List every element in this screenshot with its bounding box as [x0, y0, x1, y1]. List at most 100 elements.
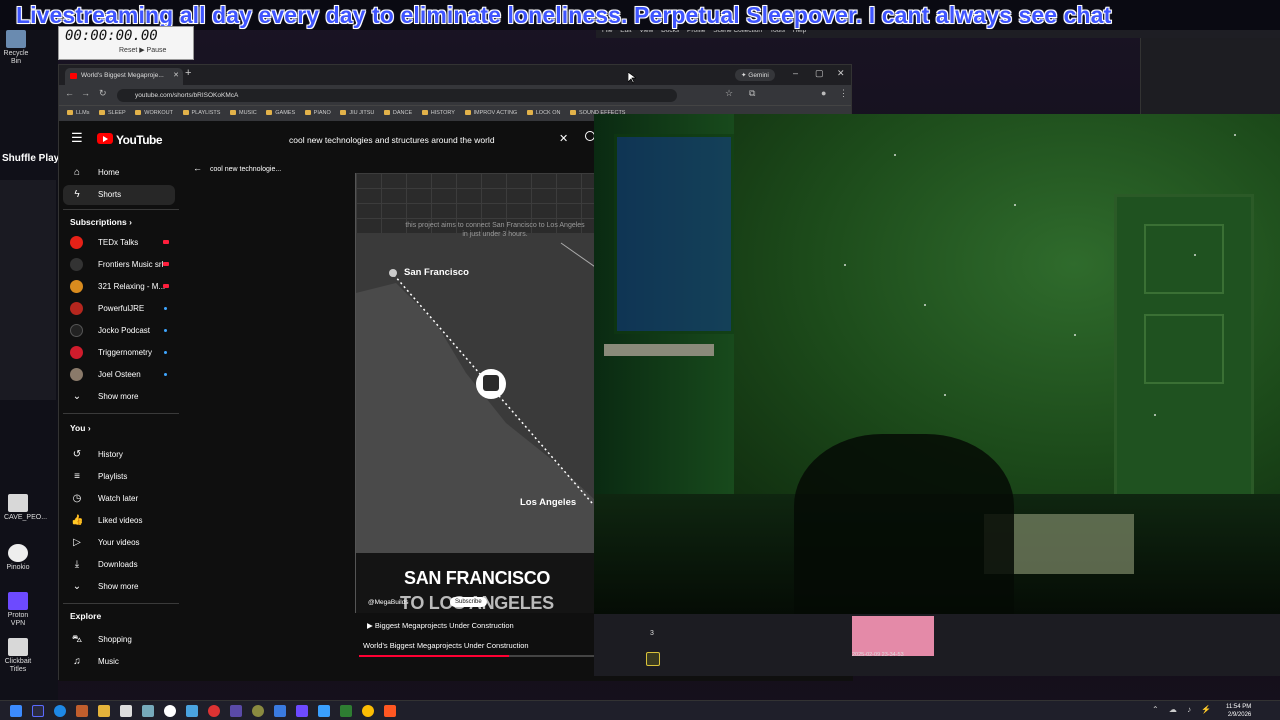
youtube-logo-icon[interactable] [97, 133, 113, 144]
sidebar-item-triggernometry[interactable]: Triggernometry [63, 343, 175, 363]
stopwatch-controls[interactable]: Reset ▶ Pause [119, 46, 166, 54]
subscribe-button[interactable]: Subscribe [450, 597, 487, 607]
recycle-bin-icon [6, 30, 26, 48]
edge-icon[interactable] [54, 705, 66, 717]
desktop-icon-pinokio[interactable]: Pinokio [4, 544, 32, 572]
app-icon[interactable] [230, 705, 242, 717]
sidebar-item-your-videos[interactable]: ▷ Your videos [63, 533, 175, 553]
bookmark-folder[interactable]: MUSIC [230, 110, 257, 116]
stopwatch-widget: 00:00:00.00 Reset ▶ Pause [58, 26, 194, 60]
desktop-icons-strip: Recycle Bin Shuffle Playl CAVE_PEO... Pi… [0, 30, 62, 700]
bookmark-folder[interactable]: DANCE [384, 110, 412, 116]
document-icon [8, 638, 28, 656]
bookmark-folder[interactable]: GAMES [266, 110, 295, 116]
subscriptions-header[interactable]: Subscriptions › [70, 217, 132, 227]
sidebar-item-playlists[interactable]: ≡ Playlists [63, 467, 175, 487]
recording-thumbnail[interactable] [852, 616, 934, 656]
obs-icon[interactable] [164, 705, 176, 717]
app-icon[interactable] [384, 705, 396, 717]
app-icon[interactable] [340, 705, 352, 717]
menu-kebab-icon[interactable]: ⋮ [839, 88, 848, 99]
minimize-icon[interactable]: – [793, 68, 798, 78]
music-icon: ♫ [73, 656, 81, 667]
bookmark-folder[interactable]: PLAYLISTS [183, 110, 221, 116]
video-progress-bar[interactable] [359, 655, 631, 657]
desktop-icon-proton-vpn[interactable]: Proton VPN [4, 592, 32, 628]
app-icon[interactable] [318, 705, 330, 717]
proton-vpn-icon[interactable] [296, 705, 308, 717]
notepad-icon[interactable] [120, 705, 132, 717]
star-icon[interactable]: ☆ [725, 88, 733, 99]
bookmark-folder[interactable]: SLEEP [99, 110, 126, 116]
bookmark-folder[interactable]: LOCK ON [527, 110, 561, 116]
maximize-icon[interactable]: ▢ [815, 68, 824, 79]
sidebar-item-watch-later[interactable]: ◷ Watch later [63, 489, 175, 509]
sidebar-item-frontiers[interactable]: Frontiers Music srl [63, 255, 175, 275]
hamburger-menu-icon[interactable]: ☰ [71, 130, 83, 146]
obscured-window [0, 180, 56, 400]
show-more-subscriptions[interactable]: ⌄ Show more [63, 387, 175, 407]
new-tab-icon[interactable]: + [185, 67, 191, 79]
channel-handle[interactable]: @MegaBuilds [368, 599, 409, 606]
sidebar-item-powerfuljre[interactable]: PowerfulJRE [63, 299, 175, 319]
sidebar-item-music[interactable]: ♫ Music [63, 652, 175, 672]
sidebar-item-jocko[interactable]: Jocko Podcast [63, 321, 175, 341]
file-explorer-icon[interactable] [98, 705, 110, 717]
playlist-link[interactable]: ▶ Biggest Megaprojects Under Constructio… [367, 621, 514, 630]
app-icon[interactable] [76, 705, 88, 717]
sidebar-item-shopping[interactable]: ⛍ Shopping [63, 630, 175, 650]
desktop-icon-cave[interactable]: CAVE_PEO... [4, 494, 47, 522]
short-headline-line1: SAN FRANCISCO [404, 568, 551, 588]
sidebar-item-downloads[interactable]: ⤓ Downloads [63, 555, 175, 575]
app-icon[interactable] [186, 705, 198, 717]
reload-icon[interactable]: ↻ [99, 88, 107, 99]
sidebar-item-liked[interactable]: 👍 Liked videos [63, 511, 175, 531]
taskbar-clock[interactable]: 11:54 PM 2/9/2026 [1226, 703, 1251, 719]
url-field[interactable]: youtube.com/shorts/bRISOKoKMcA [117, 89, 677, 102]
browser-tab[interactable]: World's Biggest Megaproje... ✕ [65, 68, 183, 85]
gemini-button[interactable]: ✦ Gemini [735, 69, 775, 81]
play-icon: ▶ [367, 621, 375, 630]
desktop-icon-recycle-bin[interactable]: Recycle Bin [2, 30, 30, 66]
banner-text: Livestreaming all day every day to elimi… [16, 2, 1112, 28]
short-video-player[interactable]: this project aims to connect San Francis… [355, 173, 597, 613]
desktop-icon-clickbait[interactable]: Clickbait Titles [4, 638, 32, 674]
sidebar-item-joel-osteen[interactable]: Joel Osteen [63, 365, 175, 385]
extensions-icon[interactable]: ⧉ [749, 88, 755, 99]
back-to-search[interactable]: ← cool new technologie... [193, 163, 281, 173]
sidebar-item-tedx[interactable]: TEDx Talks [63, 233, 175, 253]
search-input[interactable]: cool new technologies and structures aro… [281, 129, 581, 151]
bookmark-folder[interactable]: WORKOUT [135, 110, 173, 116]
app-icon[interactable] [208, 705, 220, 717]
bookmark-folder[interactable]: JIU JITSU [340, 110, 374, 116]
you-header[interactable]: You › [70, 423, 91, 433]
app-icon[interactable] [252, 705, 264, 717]
coastline-shape [356, 283, 597, 553]
app-icon[interactable] [274, 705, 286, 717]
sidebar-item-321-relaxing[interactable]: 321 Relaxing - M... [63, 277, 175, 297]
bookmark-folder[interactable]: PIANO [305, 110, 331, 116]
chrome-icon[interactable] [362, 705, 374, 717]
search-clear-icon[interactable]: ✕ [559, 132, 568, 145]
close-window-icon[interactable]: ✕ [837, 68, 845, 79]
forward-icon[interactable]: → [81, 88, 90, 98]
youtube-wordmark[interactable]: YouTube [116, 133, 163, 147]
start-windows-icon[interactable] [10, 705, 22, 717]
profile-avatar[interactable]: ● [821, 88, 826, 98]
arrow-left-icon: ← [193, 163, 202, 173]
sidebar-item-shorts[interactable]: ϟ Shorts [63, 185, 175, 205]
sidebar-item-history[interactable]: ↺ History [63, 445, 175, 465]
show-more-you[interactable]: ⌄ Show more [63, 577, 175, 597]
history-icon: ↺ [72, 449, 82, 460]
bookmark-folder[interactable]: IMPROV ACTING [465, 110, 518, 116]
bookmark-folder[interactable]: HISTORY [422, 110, 455, 116]
app-icon[interactable] [32, 705, 44, 717]
obs-shield-icon[interactable] [646, 652, 660, 666]
sidebar-item-home[interactable]: ⌂ Home [63, 163, 175, 183]
system-tray[interactable]: ⌃ ☁ ♪ ⚡ [1152, 705, 1215, 714]
avatar [70, 324, 83, 337]
app-icon[interactable] [142, 705, 154, 717]
back-icon[interactable]: ← [65, 88, 74, 98]
bookmark-folder[interactable]: LLMs [67, 110, 89, 116]
tab-close-icon[interactable]: ✕ [173, 71, 179, 79]
